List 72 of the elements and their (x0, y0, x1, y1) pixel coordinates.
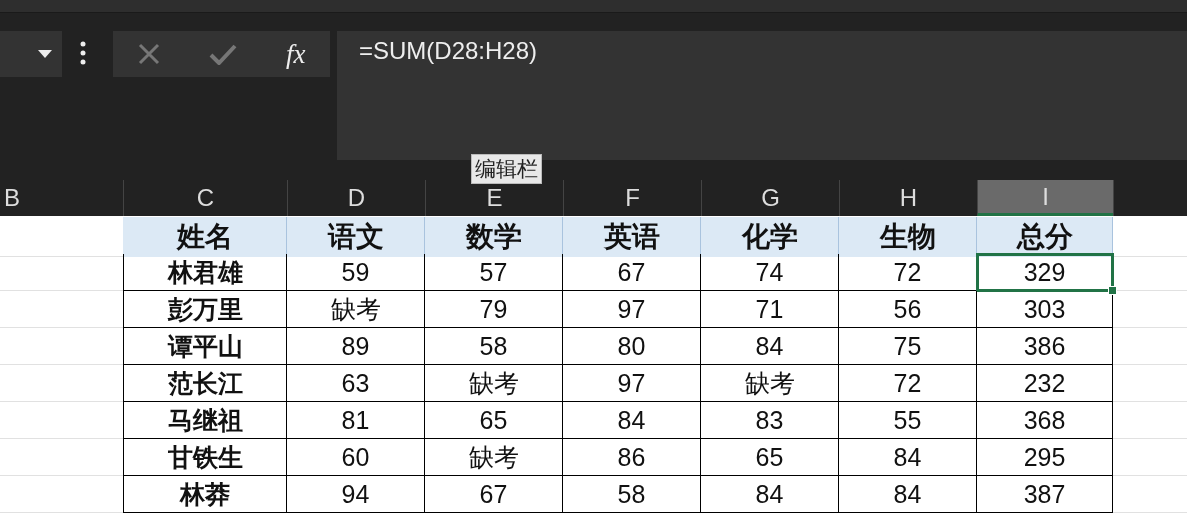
score-cell: 97 (563, 291, 701, 328)
score-cell: 79 (425, 291, 563, 328)
score-cell: 65 (425, 402, 563, 439)
header-cell: 生物 (839, 217, 977, 257)
header-cell: 总分 (977, 217, 1113, 257)
enter-icon[interactable] (208, 43, 237, 65)
score-cell: 缺考 (425, 439, 563, 476)
score-cell: 71 (701, 291, 839, 328)
total-cell: 387 (977, 476, 1113, 513)
score-cell: 84 (701, 476, 839, 513)
score-cell: 缺考 (425, 365, 563, 402)
header-cell: 姓名 (123, 217, 287, 257)
total-cell: 386 (977, 328, 1113, 365)
name-cell: 范长江 (123, 365, 287, 402)
header-cell: 语文 (287, 217, 425, 257)
tooltip: 编辑栏 (471, 154, 542, 184)
score-cell: 74 (701, 254, 839, 291)
score-cell: 59 (287, 254, 425, 291)
column-header[interactable]: D (287, 180, 425, 216)
header-cell: 化学 (701, 217, 839, 257)
score-cell: 86 (563, 439, 701, 476)
score-cell: 75 (839, 328, 977, 365)
score-cell: 65 (701, 439, 839, 476)
name-cell: 谭平山 (123, 328, 287, 365)
name-cell: 林莽 (123, 476, 287, 513)
name-cell: 马继祖 (123, 402, 287, 439)
total-cell: 303 (977, 291, 1113, 328)
score-cell: 56 (839, 291, 977, 328)
score-cell: 84 (701, 328, 839, 365)
score-cell: 72 (839, 254, 977, 291)
score-cell: 81 (287, 402, 425, 439)
score-cell: 94 (287, 476, 425, 513)
score-cell: 84 (563, 402, 701, 439)
total-cell: 232 (977, 365, 1113, 402)
header-cell: 数学 (425, 217, 563, 257)
score-cell: 67 (425, 476, 563, 513)
score-cell: 58 (563, 476, 701, 513)
score-cell: 84 (839, 439, 977, 476)
name-box[interactable] (0, 31, 62, 77)
score-cell: 63 (287, 365, 425, 402)
score-cell: 67 (563, 254, 701, 291)
cancel-icon[interactable] (137, 43, 160, 65)
column-header[interactable]: B (0, 180, 123, 216)
score-cell: 84 (839, 476, 977, 513)
score-cell: 缺考 (287, 291, 425, 328)
name-cell: 甘铁生 (123, 439, 287, 476)
score-cell: 80 (563, 328, 701, 365)
column-header[interactable]: E (425, 180, 563, 216)
column-header[interactable]: F (563, 180, 701, 216)
score-cell: 83 (701, 402, 839, 439)
column-header[interactable]: C (123, 180, 287, 216)
column-header[interactable]: G (701, 180, 839, 216)
total-cell: 329 (977, 254, 1113, 291)
score-cell: 55 (839, 402, 977, 439)
score-cell: 58 (425, 328, 563, 365)
fill-handle[interactable] (1108, 286, 1117, 295)
dropdown-caret-icon (38, 50, 52, 58)
insert-function-button[interactable]: fx (285, 38, 306, 70)
name-cell: 彭万里 (123, 291, 287, 328)
score-cell: 72 (839, 365, 977, 402)
column-header[interactable]: I (977, 180, 1113, 216)
column-header[interactable]: H (839, 180, 977, 216)
name-cell: 林君雄 (123, 254, 287, 291)
score-cell: 缺考 (701, 365, 839, 402)
more-options-icon[interactable] (80, 41, 86, 65)
score-cell: 97 (563, 365, 701, 402)
score-cell: 60 (287, 439, 425, 476)
total-cell: 295 (977, 439, 1113, 476)
score-cell: 57 (425, 254, 563, 291)
score-cell: 89 (287, 328, 425, 365)
header-cell: 英语 (563, 217, 701, 257)
total-cell: 368 (977, 402, 1113, 439)
